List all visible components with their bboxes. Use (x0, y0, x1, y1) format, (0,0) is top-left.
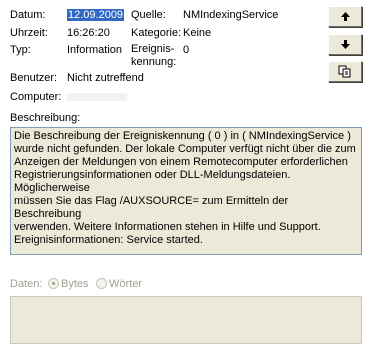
category-label: Kategorie: (131, 27, 182, 39)
description-line: Anzeigen der Meldungen von einem Remotec… (14, 156, 348, 168)
data-textbox[interactable] (10, 296, 362, 344)
arrow-up-icon (340, 12, 350, 21)
description-line: Ereignisinformationen: Service started. (14, 234, 203, 246)
radio-bytes-label: Bytes (61, 278, 89, 290)
user-value: Nicht zutreffend (67, 72, 144, 84)
eventid-label: Ereignis- kennung: (131, 43, 176, 69)
arrow-down-icon (340, 40, 350, 49)
radio-words-label: Wörter (109, 278, 142, 290)
time-label: Uhrzeit: (10, 27, 48, 39)
source-label: Quelle: (131, 9, 166, 21)
computer-label: Computer: (10, 91, 62, 103)
date-value[interactable]: 12.09.2009 (67, 8, 125, 22)
copy-icon (338, 65, 351, 78)
description-line: wurde nicht gefunden. Der lokale Compute… (14, 143, 356, 155)
description-line: verwenden. Weitere Informationen stehen … (14, 221, 321, 233)
radio-words[interactable]: Wörter (96, 277, 142, 291)
type-label: Typ: (10, 44, 31, 56)
user-label: Benutzer: (10, 72, 58, 84)
radio-bytes-indicator (48, 278, 59, 289)
description-line: Die Beschreibung der Ereigniskennung ( 0… (14, 130, 351, 142)
description-textbox[interactable]: Die Beschreibung der Ereigniskennung ( 0… (10, 127, 362, 255)
previous-event-button[interactable] (328, 6, 362, 27)
category-value: Keine (183, 27, 212, 39)
description-label: Beschreibung: (10, 112, 81, 124)
eventid-value: 0 (183, 44, 190, 56)
type-value: Information (67, 44, 123, 56)
eventid-label-line2: kennung: (131, 56, 177, 68)
data-label: Daten: (10, 278, 43, 290)
source-value: NMIndexingService (183, 9, 279, 21)
eventid-label-line1: Ereignis- (131, 43, 175, 55)
radio-words-indicator (96, 278, 107, 289)
radio-bytes[interactable]: Bytes (48, 277, 89, 291)
description-line: Registrierungsinformationen oder DLL-Mel… (14, 169, 291, 194)
computer-value-redacted (67, 90, 127, 104)
copy-button[interactable] (328, 61, 362, 82)
next-event-button[interactable] (328, 34, 362, 55)
date-label: Datum: (10, 9, 46, 21)
time-value: 16:26:20 (67, 27, 110, 39)
description-line: müssen Sie das Flag /AUXSOURCE= zum Ermi… (14, 195, 289, 220)
